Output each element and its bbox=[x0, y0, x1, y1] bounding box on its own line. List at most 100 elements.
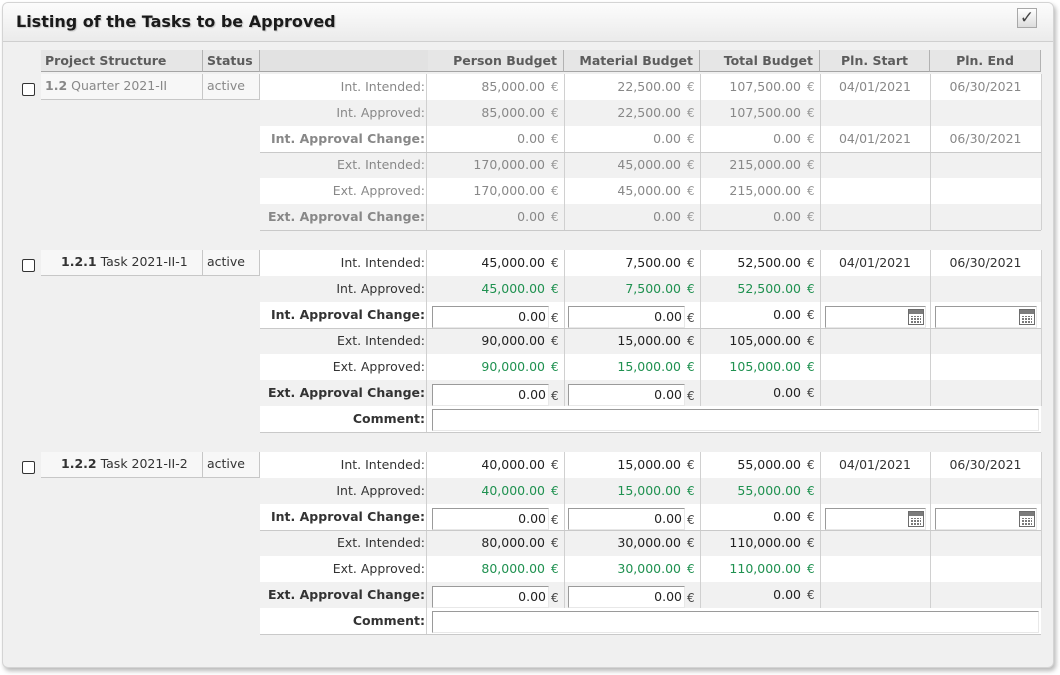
currency-symbol: € bbox=[807, 184, 815, 198]
currency-symbol: € bbox=[687, 562, 695, 576]
currency-symbol: € bbox=[551, 184, 559, 198]
currency-symbol: € bbox=[687, 360, 695, 374]
material-budget-value: 15,000.00 bbox=[617, 457, 681, 472]
calendar-icon[interactable] bbox=[1019, 511, 1035, 527]
row-label-comment: Comment: bbox=[352, 411, 425, 426]
currency-symbol: € bbox=[687, 282, 695, 296]
row-label-int-approved: Int. Approved: bbox=[336, 281, 425, 296]
person-approval-change-input[interactable]: 0.00 bbox=[432, 384, 549, 406]
calendar-icon[interactable] bbox=[908, 309, 924, 325]
person-budget-value: 0.00 bbox=[517, 209, 545, 224]
project-structure-cell: 1.2 Quarter 2021-II bbox=[41, 74, 203, 100]
currency-symbol: € bbox=[551, 562, 559, 576]
column-separator bbox=[426, 406, 427, 432]
currency-symbol: € bbox=[807, 588, 815, 602]
calendar-icon[interactable] bbox=[1019, 309, 1035, 325]
total-budget-value: 52,500.00 bbox=[737, 255, 801, 270]
person-budget-value: 80,000.00 bbox=[481, 561, 545, 576]
material-approval-change-input[interactable]: 0.00 bbox=[568, 306, 685, 328]
material-approval-change-input[interactable]: 0.00 bbox=[568, 508, 685, 530]
currency-symbol: € bbox=[807, 334, 815, 348]
currency-symbol: € bbox=[807, 386, 815, 400]
currency-symbol: € bbox=[551, 458, 559, 472]
select-task-checkbox[interactable] bbox=[22, 461, 35, 474]
material-budget-value: 15,000.00 bbox=[617, 359, 681, 374]
material-approval-change-input[interactable]: 0.00 bbox=[568, 384, 685, 406]
currency-symbol: € bbox=[551, 389, 559, 403]
person-budget-value: 90,000.00 bbox=[481, 359, 545, 374]
currency-symbol: € bbox=[807, 360, 815, 374]
material-budget-value: 15,000.00 bbox=[617, 483, 681, 498]
material-approval-change-input[interactable]: 0.00 bbox=[568, 586, 685, 608]
person-budget-value: 85,000.00 bbox=[481, 105, 545, 120]
currency-symbol: € bbox=[807, 562, 815, 576]
material-budget-value: 15,000.00 bbox=[617, 333, 681, 348]
col-header-material-budget: Material Budget bbox=[564, 50, 700, 72]
section-separator bbox=[260, 530, 1041, 531]
col-header-pln-start: Pln. Start bbox=[820, 50, 930, 72]
material-budget-value: 30,000.00 bbox=[617, 535, 681, 550]
person-approval-change-input[interactable]: 0.00 bbox=[432, 586, 549, 608]
currency-symbol: € bbox=[687, 484, 695, 498]
currency-symbol: € bbox=[551, 210, 559, 224]
project-structure-cell: 1.2.1 Task 2021-II-1 bbox=[41, 250, 203, 276]
currency-symbol: € bbox=[551, 256, 559, 270]
select-task-checkbox[interactable] bbox=[22, 83, 35, 96]
total-budget-value: 55,000.00 bbox=[737, 483, 801, 498]
total-budget-value: 215,000.00 bbox=[729, 157, 801, 172]
currency-symbol: € bbox=[807, 510, 815, 524]
row-label-int-intended: Int. Intended: bbox=[340, 79, 425, 94]
col-header-project-structure: Project Structure bbox=[41, 50, 203, 72]
person-approval-change-input[interactable]: 0.00 bbox=[432, 306, 549, 328]
approval-panel: Listing of the Tasks to be Approved ✓ Pr… bbox=[2, 2, 1054, 668]
task-number: 1.2 bbox=[45, 78, 68, 93]
column-separator bbox=[426, 608, 427, 634]
currency-symbol: € bbox=[551, 360, 559, 374]
row-label-int-approved: Int. Approved: bbox=[336, 105, 425, 120]
total-budget-value: 110,000.00 bbox=[729, 535, 801, 550]
total-budget-value: 0.00 bbox=[773, 131, 801, 146]
col-header-pln-end: Pln. End bbox=[930, 50, 1041, 72]
total-budget-value: 0.00 bbox=[773, 307, 801, 322]
person-budget-value: 80,000.00 bbox=[481, 535, 545, 550]
row-label-ext-change: Ext. Approval Change: bbox=[267, 385, 425, 400]
material-budget-value: 7,500.00 bbox=[625, 255, 681, 270]
pln-end-date: 06/30/2021 bbox=[949, 79, 1022, 94]
person-budget-value: 0.00 bbox=[517, 131, 545, 146]
total-budget-value: 105,000.00 bbox=[729, 359, 801, 374]
calendar-icon[interactable] bbox=[908, 511, 924, 527]
total-budget-value: 215,000.00 bbox=[729, 183, 801, 198]
currency-symbol: € bbox=[807, 282, 815, 296]
task-name: Quarter 2021-II bbox=[71, 78, 168, 93]
currency-symbol: € bbox=[807, 158, 815, 172]
currency-symbol: € bbox=[687, 210, 695, 224]
col-header-person-budget: Person Budget bbox=[428, 50, 564, 72]
person-budget-value: 170,000.00 bbox=[473, 183, 545, 198]
currency-symbol: € bbox=[807, 458, 815, 472]
select-task-checkbox[interactable] bbox=[22, 259, 35, 272]
currency-symbol: € bbox=[551, 132, 559, 146]
status-cell: active bbox=[203, 250, 260, 276]
total-budget-value: 107,500.00 bbox=[729, 79, 801, 94]
total-budget-value: 0.00 bbox=[773, 509, 801, 524]
comment-input[interactable] bbox=[432, 409, 1039, 431]
currency-symbol: € bbox=[807, 132, 815, 146]
currency-symbol: € bbox=[551, 80, 559, 94]
person-approval-change-input[interactable]: 0.00 bbox=[432, 508, 549, 530]
currency-symbol: € bbox=[807, 80, 815, 94]
group-bottom-border bbox=[260, 634, 1041, 635]
total-budget-value: 0.00 bbox=[773, 587, 801, 602]
row-label-int-change: Int. Approval Change: bbox=[271, 131, 425, 146]
total-budget-value: 52,500.00 bbox=[737, 281, 801, 296]
currency-symbol: € bbox=[687, 536, 695, 550]
currency-symbol: € bbox=[807, 484, 815, 498]
column-separator bbox=[1041, 250, 1042, 406]
currency-symbol: € bbox=[687, 158, 695, 172]
pln-end-date: 06/30/2021 bbox=[949, 131, 1022, 146]
task-number: 1.2.1 bbox=[61, 254, 97, 269]
currency-symbol: € bbox=[551, 282, 559, 296]
row-label-int-change: Int. Approval Change: bbox=[271, 509, 425, 524]
currency-symbol: € bbox=[687, 334, 695, 348]
comment-input[interactable] bbox=[432, 611, 1039, 633]
confirm-check-icon[interactable]: ✓ bbox=[1017, 8, 1037, 28]
